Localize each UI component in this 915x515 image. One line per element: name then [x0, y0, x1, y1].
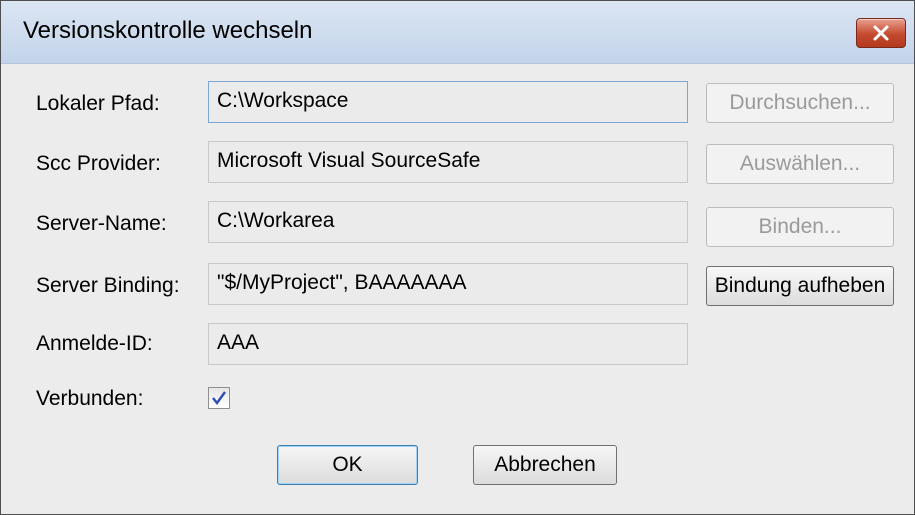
ok-button[interactable]: OK — [277, 445, 418, 485]
connected-label: Verbunden: — [36, 387, 144, 410]
checkmark-icon — [212, 391, 226, 405]
local-path-label: Lokaler Pfad: — [36, 92, 160, 115]
dialog-window: Versionskontrolle wechseln Lokaler Pfad:… — [0, 0, 915, 515]
bind-button[interactable]: Binden... — [706, 207, 894, 247]
connected-checkbox[interactable] — [208, 387, 230, 409]
dialog-title: Versionskontrolle wechseln — [23, 17, 313, 44]
title-bar: Versionskontrolle wechseln — [1, 1, 914, 64]
server-name-field[interactable]: C:\Workarea — [208, 201, 688, 243]
server-binding-field[interactable]: "$/MyProject", BAAAAAAA — [208, 263, 688, 305]
browse-button[interactable]: Durchsuchen... — [706, 83, 894, 123]
login-id-label: Anmelde-ID: — [36, 332, 153, 355]
server-binding-label: Server Binding: — [36, 274, 180, 297]
close-button[interactable] — [856, 18, 906, 48]
select-button[interactable]: Auswählen... — [706, 144, 894, 184]
local-path-field[interactable]: C:\Workspace — [208, 81, 688, 123]
unbind-button[interactable]: Bindung aufheben — [706, 266, 894, 306]
server-name-label: Server-Name: — [36, 212, 167, 235]
scc-provider-label: Scc Provider: — [36, 152, 161, 175]
login-id-field[interactable]: AAA — [208, 323, 688, 365]
close-icon — [873, 25, 889, 41]
cancel-button[interactable]: Abbrechen — [473, 445, 617, 485]
scc-provider-field[interactable]: Microsoft Visual SourceSafe — [208, 141, 688, 183]
